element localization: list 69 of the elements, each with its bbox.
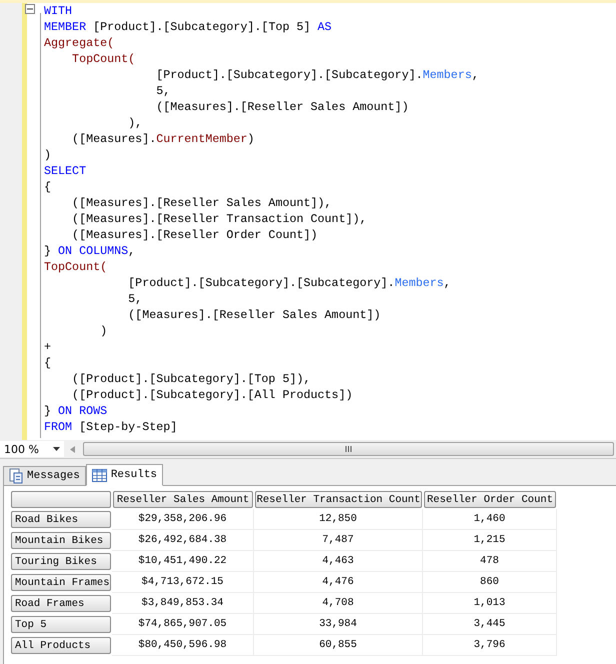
code-line: ([Measures].[Reseller Order Count]): [71, 227, 319, 243]
code-line: 5,: [127, 291, 144, 307]
table-cell: 4,476: [254, 572, 423, 593]
zoom-dropdown[interactable]: 100 %: [0, 441, 64, 457]
code-line: ([Measures].[Reseller Sales Amount]),: [71, 195, 333, 211]
table-cell: $10,451,490.22: [112, 551, 254, 572]
code-line: [Product].[Subcategory].[Subcategory].Members,: [155, 67, 479, 83]
result-tab[interactable]: Messages: [3, 466, 86, 485]
code-line: ): [99, 323, 108, 339]
column-header[interactable]: Reseller Sales Amount: [113, 491, 253, 508]
table-icon: [92, 468, 107, 482]
grip-icon: [344, 446, 352, 452]
table-cell: 33,984: [254, 614, 423, 635]
table-cell: 60,855: [254, 635, 423, 656]
collapse-icon[interactable]: [25, 4, 35, 14]
code-line: SELECT: [44, 163, 88, 179]
code-line: 5,: [155, 83, 172, 99]
table-cell: $3,849,853.34: [112, 593, 254, 614]
code-line: ([Measures].[Reseller Sales Amount]): [127, 307, 382, 323]
code-line: TopCount(: [71, 51, 136, 67]
row-header[interactable]: All Products: [11, 637, 111, 654]
table-cell: 4,463: [254, 551, 423, 572]
table-cell: 4,708: [254, 593, 423, 614]
table-cell: 7,487: [254, 530, 423, 551]
code-line: WITH: [44, 3, 74, 19]
row-header[interactable]: Touring Bikes: [11, 553, 111, 570]
code-line: {: [44, 179, 52, 195]
code-line: ([Measures].[Reseller Sales Amount]): [155, 99, 410, 115]
code-line: ([Product].[Subcategory].[All Products]): [71, 387, 354, 403]
table-cell: 860: [423, 572, 557, 593]
code-line: {: [44, 355, 52, 371]
code-line: ([Measures].CurrentMember): [71, 131, 256, 147]
result-tab[interactable]: Results: [86, 464, 164, 486]
code-line: ),: [127, 115, 144, 131]
row-header[interactable]: Mountain Bikes: [11, 532, 111, 549]
row-header[interactable]: Top 5: [11, 616, 111, 633]
code-line: MEMBER [Product].[Subcategory].[Top 5] AS: [44, 19, 333, 35]
column-header[interactable]: Reseller Order Count: [424, 491, 556, 508]
code-line: Aggregate(: [44, 35, 116, 51]
document-icon: [9, 468, 23, 484]
code-line: ([Product].[Subcategory].[Top 5]),: [71, 371, 312, 387]
scroll-left-icon[interactable]: [70, 446, 75, 452]
row-header[interactable]: Road Frames: [11, 595, 111, 612]
code-line: } ON COLUMNS,: [44, 243, 136, 259]
corner-header[interactable]: [11, 491, 111, 508]
code-line: [Product].[Subcategory].[Subcategory].Members,: [127, 275, 452, 291]
column-header[interactable]: Reseller Transaction Count: [255, 491, 422, 508]
table-cell: $26,492,684.38: [112, 530, 254, 551]
code-line: +: [44, 339, 52, 355]
code-editor[interactable]: [0, 0, 616, 440]
table-cell: 478: [423, 551, 557, 572]
code-line: } ON ROWS: [44, 403, 108, 419]
code-line: TopCount(: [44, 259, 108, 275]
row-header[interactable]: Mountain Frames: [11, 574, 111, 591]
table-cell: 1,460: [423, 509, 557, 530]
table-cell: $29,358,206.96: [112, 509, 254, 530]
table-cell: $74,865,907.05: [112, 614, 254, 635]
row-header[interactable]: Road Bikes: [11, 511, 111, 528]
table-cell: 3,796: [423, 635, 557, 656]
table-cell: 12,850: [254, 509, 423, 530]
code-line: ): [44, 147, 52, 163]
table-cell: $80,450,596.98: [112, 635, 254, 656]
table-cell: $4,713,672.15: [112, 572, 254, 593]
caret-icon: [53, 447, 60, 451]
code-line: ([Measures].[Reseller Transaction Count]),: [71, 211, 368, 227]
table-cell: 3,445: [423, 614, 557, 635]
table-cell: 1,215: [423, 530, 557, 551]
table-cell: 1,013: [423, 593, 557, 614]
code-line: FROM [Step-by-Step]: [44, 419, 178, 435]
